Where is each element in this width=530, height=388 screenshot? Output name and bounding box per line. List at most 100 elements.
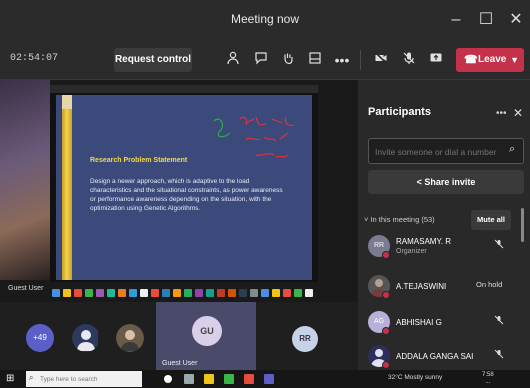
people-icon[interactable] (222, 49, 244, 71)
title-bar: Meeting now – ☐ ✕ (0, 0, 530, 40)
self-label: Guest User (162, 360, 198, 367)
shared-taskbar-strip (52, 287, 324, 299)
avatar (116, 324, 144, 352)
app-icon (107, 289, 115, 297)
minimize-icon[interactable]: – (442, 6, 470, 34)
taskbar-search[interactable]: ⌕ (26, 371, 142, 387)
chrome-icon[interactable] (224, 374, 234, 384)
app-icon (283, 289, 291, 297)
meeting-timer: 02:54:07 (10, 53, 59, 64)
participant-status: On hold (476, 280, 503, 289)
participant-name: ADDALA GANGA SAI (396, 352, 474, 361)
status-dot (382, 251, 390, 259)
app-icon (261, 289, 269, 297)
in-meeting-section[interactable]: ˅ In this meeting (53) (364, 215, 435, 224)
participant-row[interactable]: AG ABHISHAI G (358, 308, 530, 340)
app-icon (151, 289, 159, 297)
participant-name: ABHISHAI G (396, 318, 442, 327)
participant-name: A.TEJASWINI (396, 282, 447, 291)
pencil-graphic (62, 95, 72, 280)
share-icon[interactable] (425, 49, 447, 71)
request-control-button[interactable]: Request control (114, 48, 192, 72)
desktop-wallpaper (0, 80, 50, 280)
toolbar-divider (360, 50, 361, 70)
app-icon (228, 289, 236, 297)
teams-meeting-window: Meeting now – ☐ ✕ 02:54:07 Request contr… (0, 0, 530, 388)
close-icon[interactable]: ✕ (513, 106, 523, 120)
app-icon (195, 289, 203, 297)
teams-icon[interactable] (264, 374, 274, 384)
avatar: GU (192, 316, 222, 346)
status-dot (382, 291, 390, 299)
mic-off-icon (494, 315, 504, 327)
mic-off-icon (494, 239, 504, 251)
app-icon (74, 289, 82, 297)
maximize-icon[interactable]: ☐ (472, 6, 500, 34)
more-icon[interactable]: ••• (331, 49, 353, 71)
chevron-down-icon[interactable]: ▼ (510, 48, 519, 72)
participant-name: RAMASAMY. R (396, 237, 451, 246)
more-options-icon[interactable]: ••• (496, 108, 507, 119)
status-dot (382, 361, 390, 369)
raise-hand-icon[interactable] (277, 49, 299, 71)
clock-date: ... (485, 379, 491, 385)
app-icon (129, 289, 137, 297)
video-gallery: +49 GU Guest User RR (0, 302, 358, 370)
presenter-label: Guest User (8, 285, 44, 292)
app-icon (52, 289, 60, 297)
rooms-icon[interactable] (304, 49, 326, 71)
participant-row[interactable]: RR RAMASAMY. R Organizer (358, 232, 530, 264)
shared-screen: Research Problem Statement Design a newe… (0, 80, 358, 302)
app-icon (96, 289, 104, 297)
windows-start-icon[interactable]: ⊞ (6, 373, 14, 384)
chat-icon[interactable] (250, 49, 272, 71)
app-icon (272, 289, 280, 297)
app-icon (118, 289, 126, 297)
clock-time: 7:58 (482, 372, 494, 378)
taskbar-search-input[interactable] (40, 373, 138, 385)
search-icon[interactable]: ⌕ (509, 143, 515, 156)
task-view-icon[interactable] (184, 374, 194, 384)
pencil-tip (62, 95, 72, 109)
app-icon (184, 289, 192, 297)
app-icon (63, 289, 71, 297)
weather-tray[interactable]: 32°C Mostly sunny (388, 374, 442, 381)
windows-taskbar: ⊞ ⌕ 32°C Mostly sunny 7:58 ... (0, 370, 530, 388)
app-icon (173, 289, 181, 297)
panel-title: Participants (368, 106, 431, 118)
share-invite-button[interactable]: < Share invite (368, 170, 524, 194)
mute-all-button[interactable]: Mute all (471, 210, 511, 230)
self-video-tile[interactable]: GU Guest User (156, 302, 256, 370)
avatar: RR (292, 326, 318, 352)
mic-off-icon (494, 349, 504, 361)
app-icon[interactable] (244, 374, 254, 384)
participant-tile[interactable]: RR (270, 306, 342, 368)
app-icon (239, 289, 247, 297)
status-dot (382, 327, 390, 335)
participant-row[interactable]: A.TEJASWINI On hold (358, 272, 530, 304)
app-icon (206, 289, 214, 297)
mic-off-icon[interactable] (398, 49, 420, 71)
leave-label: Leave (478, 54, 507, 65)
meeting-toolbar: 02:54:07 Request control ••• ☎ Leave ▼ (0, 40, 530, 80)
file-explorer-icon[interactable] (204, 374, 214, 384)
clock[interactable]: 7:58 ... (482, 372, 494, 386)
avatar (72, 324, 100, 352)
app-icon (217, 289, 225, 297)
app-icon (305, 289, 313, 297)
participant-role: Organizer (396, 248, 427, 255)
search-icon: ⌕ (29, 373, 34, 382)
presentation-window: Research Problem Statement Design a newe… (50, 85, 318, 282)
invite-field[interactable]: ⌕ (368, 138, 524, 164)
share-invite-label: Share invite (424, 177, 476, 187)
leave-button[interactable]: ☎ Leave ▼ (456, 48, 524, 72)
camera-off-icon[interactable] (370, 49, 392, 71)
app-icon (140, 289, 148, 297)
close-icon[interactable]: ✕ (502, 6, 530, 34)
app-icon (85, 289, 93, 297)
app-icon (294, 289, 302, 297)
app-icon (250, 289, 258, 297)
app-icon (162, 289, 170, 297)
cortana-icon[interactable] (164, 375, 172, 383)
invite-input[interactable] (375, 145, 503, 159)
